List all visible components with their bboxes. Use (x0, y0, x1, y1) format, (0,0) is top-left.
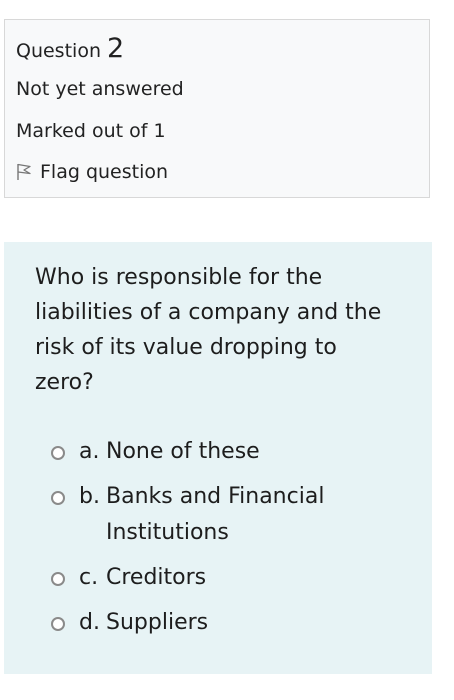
question-info-panel: Question 2 Not yet answered Marked out o… (4, 19, 430, 198)
question-heading: Question 2 (16, 33, 124, 64)
answer-letter: a. (79, 439, 100, 464)
answer-label: Banks and Financial Institutions (106, 484, 325, 545)
radio-a[interactable] (51, 446, 65, 460)
answer-letter: d. (79, 610, 100, 635)
answer-text-d: d. Suppliers (79, 605, 366, 641)
question-state: Not yet answered (16, 78, 184, 100)
question-word: Question (16, 40, 101, 62)
question-grade: Marked out of 1 (16, 120, 166, 142)
answer-list: a. None of these b. Banks and Financial … (51, 434, 411, 650)
answer-label: Creditors (106, 565, 207, 590)
answer-option-d[interactable]: d. Suppliers (51, 605, 411, 641)
answer-option-c[interactable]: c. Creditors (51, 560, 411, 596)
answer-letter: c. (79, 565, 99, 590)
answer-text-b: b. Banks and Financial Institutions (79, 479, 366, 551)
answer-option-b[interactable]: b. Banks and Financial Institutions (51, 479, 411, 551)
answer-option-a[interactable]: a. None of these (51, 434, 411, 470)
answer-label: Suppliers (106, 610, 209, 635)
radio-c[interactable] (51, 572, 65, 586)
radio-b[interactable] (51, 491, 65, 505)
answer-label: None of these (106, 439, 260, 464)
question-text: Who is responsible for the liabilities o… (35, 265, 382, 395)
flag-question-link[interactable]: Flag question (16, 161, 168, 183)
question-content-panel: Who is responsible for the liabilities o… (4, 242, 432, 674)
question-number: 2 (106, 33, 125, 64)
answer-text-a: a. None of these (79, 434, 366, 470)
flag-outline-icon (16, 163, 32, 181)
answer-letter: b. (79, 484, 100, 509)
answer-text-c: c. Creditors (79, 560, 366, 596)
flag-question-label: Flag question (40, 161, 169, 183)
radio-d[interactable] (51, 617, 65, 631)
